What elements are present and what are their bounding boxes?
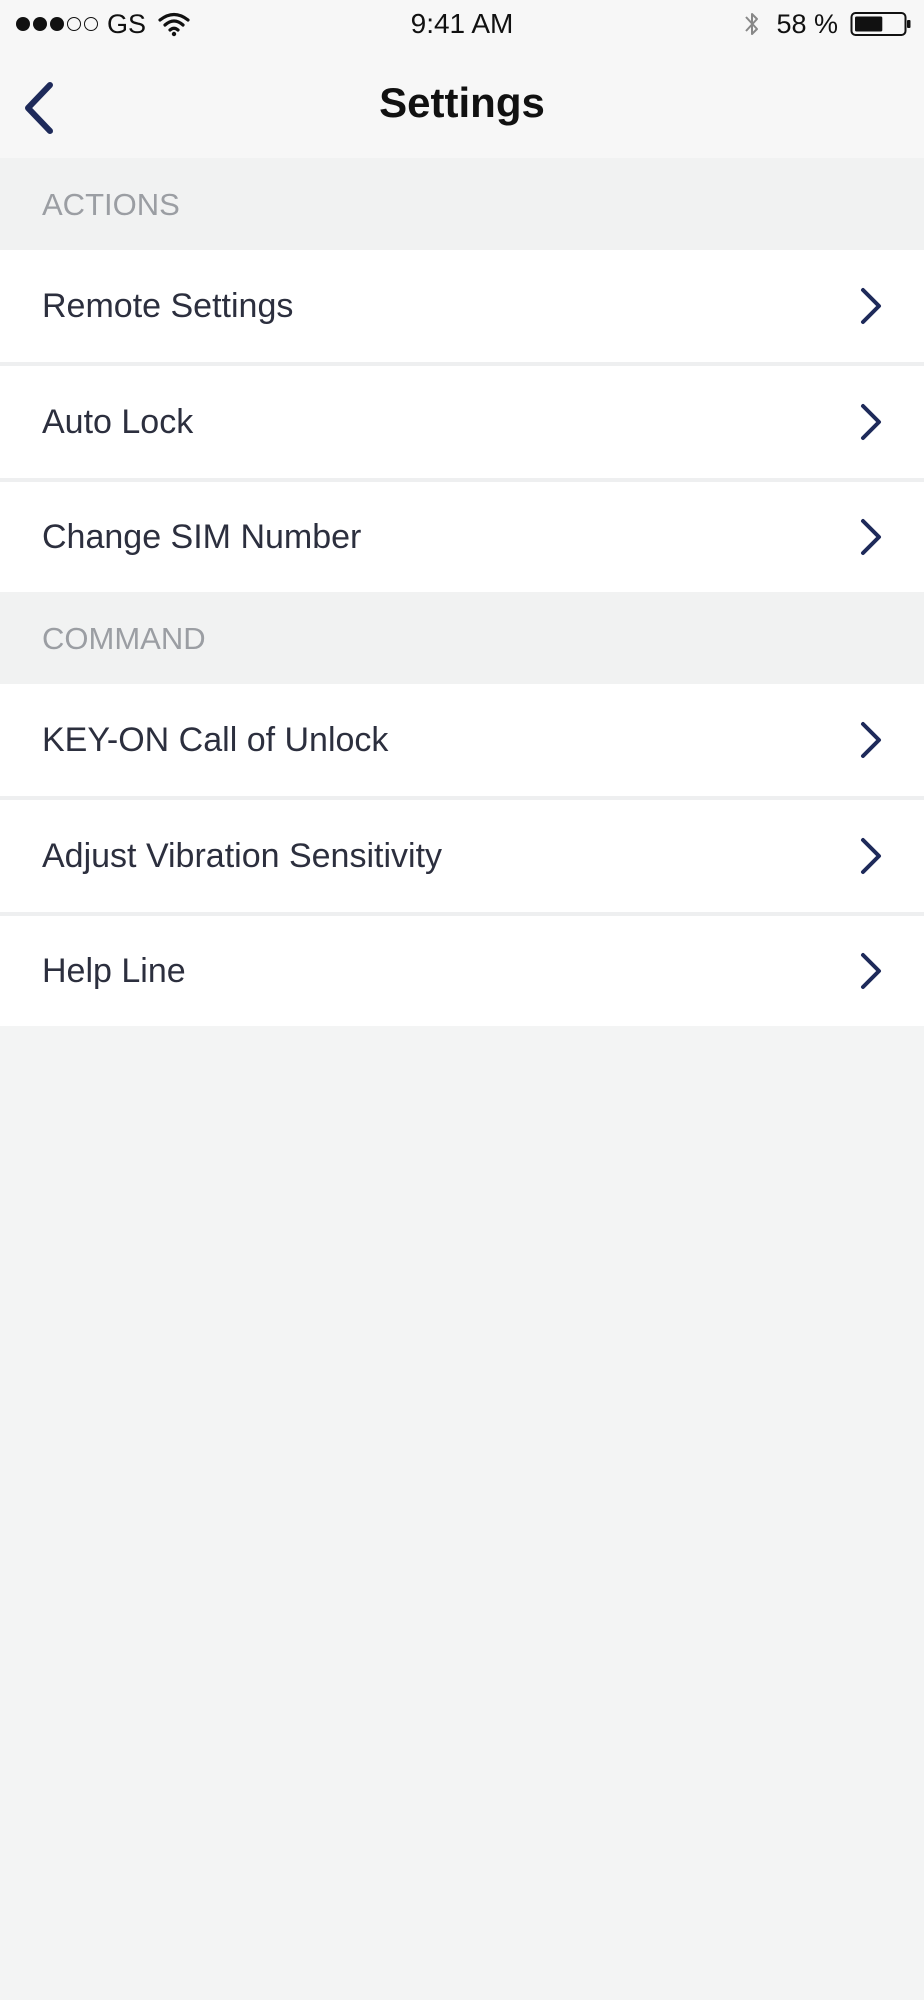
battery-icon: [850, 12, 911, 36]
settings-row-change-sim-number[interactable]: Change SIM Number: [0, 482, 924, 592]
chevron-right-icon: [861, 722, 881, 758]
chevron-right-icon: [861, 288, 881, 324]
settings-row-key-on-call-of-unlock[interactable]: KEY-ON Call of Unlock: [0, 684, 924, 796]
row-label: Adjust Vibration Sensitivity: [42, 836, 443, 875]
chevron-right-icon: [861, 404, 881, 440]
settings-row-remote-settings[interactable]: Remote Settings: [0, 250, 924, 362]
navigation-bar: Settings: [0, 48, 924, 158]
settings-row-adjust-vibration-sensitivity[interactable]: Adjust Vibration Sensitivity: [0, 800, 924, 912]
settings-row-help-line[interactable]: Help Line: [0, 916, 924, 1026]
page-title: Settings: [379, 79, 545, 126]
settings-row-auto-lock[interactable]: Auto Lock: [0, 366, 924, 478]
row-label: Auto Lock: [42, 402, 194, 441]
section-header-command: COMMAND: [0, 592, 924, 684]
chevron-right-icon: [861, 519, 881, 555]
row-label: Help Line: [42, 951, 186, 990]
section-header-actions: ACTIONS: [0, 158, 924, 250]
row-label: KEY-ON Call of Unlock: [42, 720, 389, 759]
status-right: 58 %: [742, 8, 912, 40]
battery-percent: 58 %: [776, 9, 838, 39]
row-label: Change SIM Number: [42, 517, 362, 556]
bluetooth-icon: [745, 13, 759, 35]
status-bar: GS 9:41 AM 58 %: [0, 0, 924, 48]
chevron-right-icon: [861, 838, 881, 874]
chevron-right-icon: [861, 953, 881, 989]
row-label: Remote Settings: [42, 286, 294, 325]
